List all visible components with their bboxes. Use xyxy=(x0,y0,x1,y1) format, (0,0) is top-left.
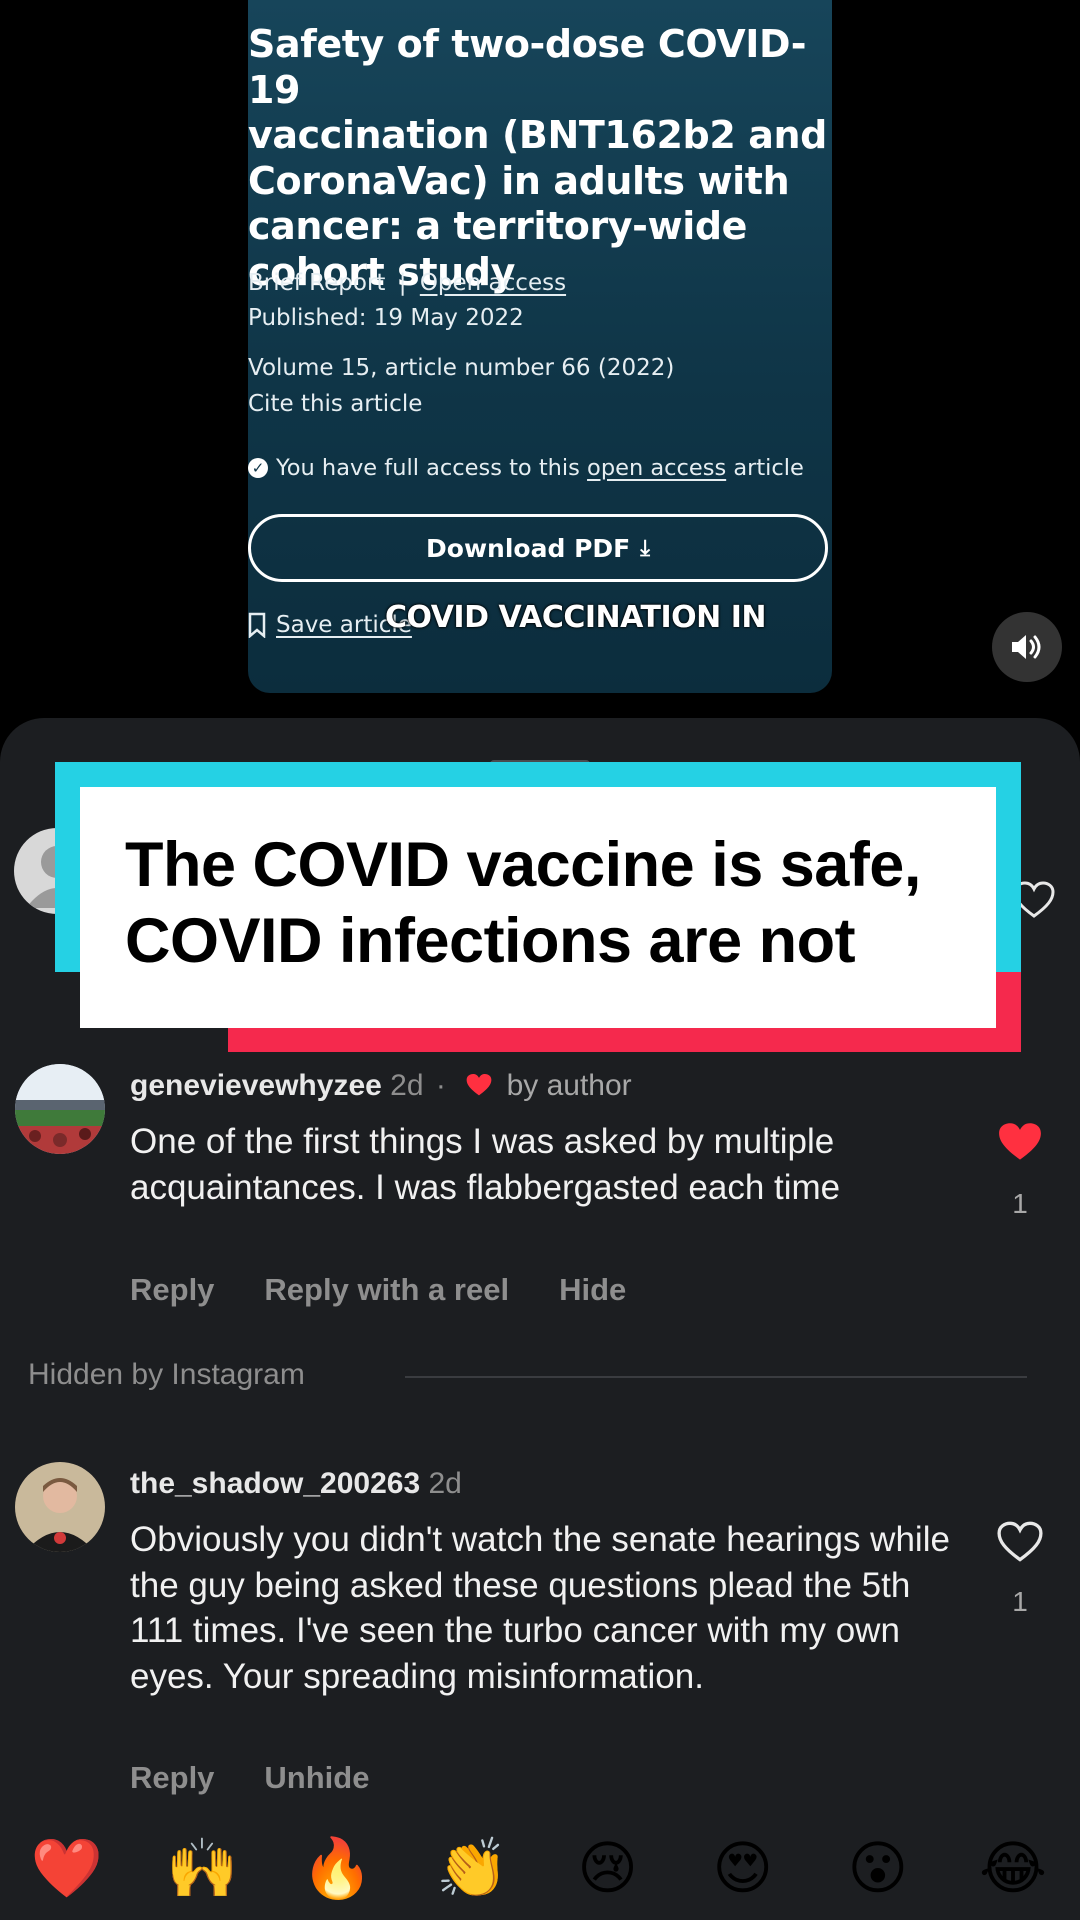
reply-with-reel-button[interactable]: Reply with a reel xyxy=(264,1272,509,1308)
surprised-emoji[interactable]: 😮 xyxy=(833,1840,923,1898)
comment-text: Obviously you didn't watch the senate he… xyxy=(130,1520,950,1696)
access-link[interactable]: open access xyxy=(587,455,726,481)
banner-headline: The COVID vaccine is safe, COVID infecti… xyxy=(125,830,921,976)
crying-emoji[interactable]: 😢 xyxy=(563,1840,653,1898)
emoji-reaction-bar: ❤️ 🙌 🔥 👏 😢 😍 😮 😂 xyxy=(0,1818,1080,1920)
comment-actions: Reply Unhide xyxy=(130,1760,369,1796)
profile-photo-icon xyxy=(15,1462,105,1552)
sound-toggle-button[interactable] xyxy=(992,612,1062,682)
comment-username[interactable]: genevievewhyzee xyxy=(130,1069,382,1102)
published-date: Published: 19 May 2022 xyxy=(248,305,524,331)
author-heart-icon xyxy=(466,1074,492,1096)
clapping-emoji[interactable]: 👏 xyxy=(427,1840,517,1898)
like-count: 1 xyxy=(1012,1188,1028,1219)
like-button[interactable] xyxy=(995,1120,1045,1164)
comment-actions: Reply Reply with a reel Hide xyxy=(130,1272,626,1308)
download-label: Download PDF xyxy=(426,533,631,563)
comment-text: One of the first things I was asked by m… xyxy=(130,1122,841,1207)
speaker-icon xyxy=(1012,635,1041,659)
header-separator: · xyxy=(435,1069,446,1102)
heart-eyes-emoji[interactable]: 😍 xyxy=(698,1840,788,1898)
comment-username[interactable]: the_shadow_200263 xyxy=(130,1467,420,1500)
cite-link[interactable]: Cite this article xyxy=(248,389,422,419)
volume-info: Volume 15, article number 66 (2022) xyxy=(248,355,675,381)
avatar[interactable] xyxy=(15,1064,105,1154)
fire-emoji[interactable]: 🔥 xyxy=(292,1840,382,1898)
raised-hands-emoji[interactable]: 🙌 xyxy=(157,1840,247,1898)
unhide-button[interactable]: Unhide xyxy=(264,1760,369,1796)
article-type-row: Brief Report | Open access xyxy=(248,268,566,298)
article-title: Safety of two-dose COVID-19 vaccination … xyxy=(248,22,827,294)
avatar[interactable] xyxy=(15,1462,105,1552)
laughing-emoji[interactable]: 😂 xyxy=(968,1840,1058,1898)
check-circle-icon: ✓ xyxy=(248,458,268,478)
liked-by-author: by author xyxy=(506,1069,632,1102)
comment-time: 2d xyxy=(428,1467,462,1500)
access-suffix: article xyxy=(726,455,804,481)
video-caption: COVID VACCINATION IN xyxy=(385,600,766,635)
reply-button[interactable]: Reply xyxy=(130,1760,214,1796)
like-button[interactable] xyxy=(995,1520,1045,1564)
open-access-link[interactable]: Open access xyxy=(420,270,566,296)
comment-header: genevievewhyzee 2d · by author xyxy=(130,1069,632,1103)
article-type: Brief Report xyxy=(248,270,386,296)
divider xyxy=(405,1376,1027,1378)
meta-separator: | xyxy=(398,270,407,296)
download-icon: ⤓ xyxy=(640,535,650,561)
download-pdf-button[interactable]: Download PDF ⤓ xyxy=(248,514,828,582)
access-prefix: You have full access to this xyxy=(276,455,588,481)
heart-emoji[interactable]: ❤️ xyxy=(22,1840,112,1898)
article-card: Safety of two-dose COVID-19 vaccination … xyxy=(248,0,832,693)
access-notice: ✓ You have full access to this open acce… xyxy=(248,455,804,481)
hidden-comments-label[interactable]: Hidden by Instagram xyxy=(28,1358,305,1392)
like-count: 1 xyxy=(1012,1586,1028,1617)
bookmark-icon xyxy=(248,612,266,638)
hide-button[interactable]: Hide xyxy=(559,1272,626,1308)
stadium-photo-icon xyxy=(15,1064,105,1154)
reply-button[interactable]: Reply xyxy=(130,1272,214,1308)
comment-header: the_shadow_200263 2d xyxy=(130,1467,462,1501)
reel-video[interactable]: Safety of two-dose COVID-19 vaccination … xyxy=(0,0,1080,720)
comment-time: 2d xyxy=(390,1069,424,1102)
